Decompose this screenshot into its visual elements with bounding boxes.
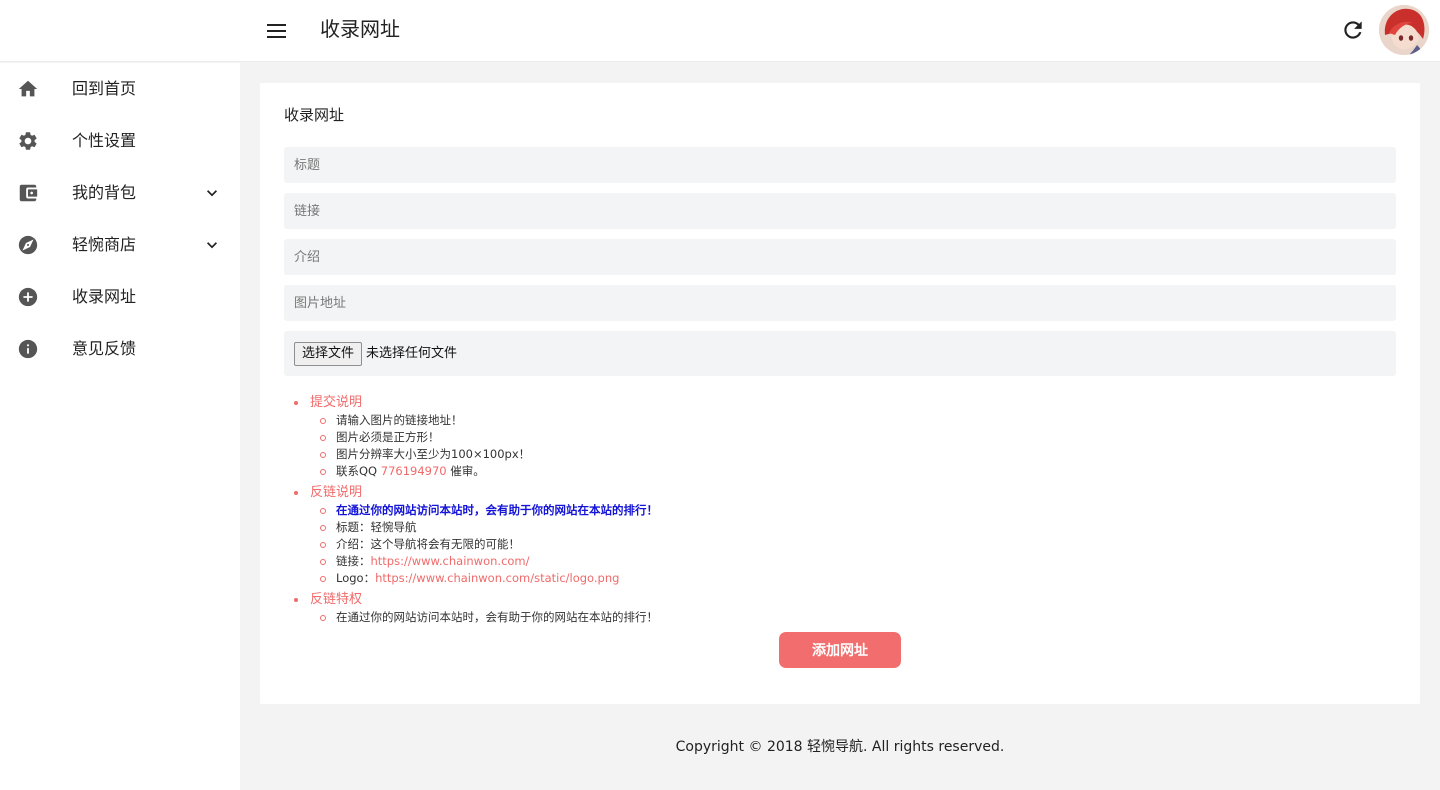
image-url-input[interactable]: [284, 285, 1396, 321]
logo-link[interactable]: https://www.chainwon.com/static/logo.png: [375, 571, 619, 585]
notes-heading: 反链说明: [292, 484, 1392, 502]
add-site-button[interactable]: 添加网址: [779, 632, 901, 668]
info-icon: [18, 339, 38, 359]
list-item: 介绍：这个导航将会有无限的可能！: [292, 536, 1392, 553]
list-item: 标题：轻惋导航: [292, 519, 1392, 536]
list-item: 联系QQ 776194970 催审。: [292, 463, 1392, 480]
notes-heading: 反链特权: [292, 591, 1392, 609]
sidebar-item-home[interactable]: 回到首页: [0, 63, 240, 115]
list-item: 在通过你的网站访问本站时，会有助于你的网站在本站的排行！: [292, 609, 1392, 626]
notes-list: 提交说明 请输入图片的链接地址！ 图片必须是正方形！ 图片分辨率大小至少为100…: [292, 394, 1392, 626]
chevron-down-icon[interactable]: [202, 183, 222, 203]
list-item: 在通过你的网站访问本站时，会有助于你的网站在本站的排行！: [292, 502, 1392, 519]
submit-site-card: 收录网址 选择文件 未选择任何文件 提交说明 请输入图片的链接地址！ 图片必须是…: [260, 83, 1420, 704]
link-prefix: 链接：: [336, 554, 371, 568]
refresh-icon[interactable]: [1340, 17, 1366, 43]
avatar[interactable]: [1379, 5, 1429, 55]
submit-notes: 提交说明 请输入图片的链接地址！ 图片必须是正方形！ 图片分辨率大小至少为100…: [292, 394, 1392, 480]
link-input[interactable]: [284, 193, 1396, 229]
choose-file-button[interactable]: 选择文件: [294, 342, 363, 366]
sidebar: 回到首页 个性设置 我的背包 轻惋商店 收录网址 意见反馈: [0, 63, 240, 790]
chevron-down-icon[interactable]: [202, 235, 222, 255]
notes-heading: 提交说明: [292, 394, 1392, 412]
sidebar-item-label: 收录网址: [72, 287, 137, 306]
file-status: 未选择任何文件: [366, 346, 458, 361]
contact-suffix: 催审。: [446, 464, 485, 478]
app-root: 收录网址 回到首页 个性设置 我的背包 轻惋商店 收录网址 意见反馈 收录网址 …: [0, 0, 1440, 790]
logo-prefix: Logo：: [336, 571, 376, 585]
privilege-notes: 反链特权 在通过你的网站访问本站时，会有助于你的网站在本站的排行！: [292, 591, 1392, 626]
add-circle-icon: [18, 287, 38, 307]
home-icon: [18, 80, 38, 97]
sidebar-item-label: 我的背包: [72, 183, 137, 202]
sidebar-item-label: 轻惋商店: [72, 235, 137, 254]
intro-input[interactable]: [284, 239, 1396, 275]
title-input[interactable]: [284, 147, 1396, 183]
sidebar-item-submit-site[interactable]: 收录网址: [0, 271, 240, 323]
list-item: 请输入图片的链接地址！: [292, 412, 1392, 429]
compass-icon: [18, 235, 38, 255]
sidebar-item-store[interactable]: 轻惋商店: [0, 219, 240, 271]
contact-prefix: 联系QQ: [336, 464, 381, 478]
backlink-notes: 反链说明 在通过你的网站访问本站时，会有助于你的网站在本站的排行！ 标题：轻惋导…: [292, 484, 1392, 587]
sidebar-item-label: 回到首页: [72, 79, 137, 98]
list-item: 图片必须是正方形！: [292, 429, 1392, 446]
qq-number: 776194970: [380, 464, 447, 478]
sidebar-item-label: 意见反馈: [72, 339, 137, 358]
gear-icon: [19, 132, 37, 150]
list-item: 图片分辨率大小至少为100×100px！: [292, 446, 1392, 463]
file-upload-field: 选择文件 未选择任何文件: [284, 331, 1396, 376]
sidebar-item-label: 个性设置: [72, 131, 137, 150]
top-bar: 收录网址: [0, 0, 1440, 62]
footer-copyright: Copyright © 2018 轻惋导航. All rights reserv…: [675, 739, 1005, 755]
menu-icon[interactable]: [262, 17, 290, 45]
form-title: 收录网址: [284, 106, 345, 124]
list-item: 链接：https://www.chainwon.com/: [292, 553, 1392, 570]
site-link[interactable]: https://www.chainwon.com/: [371, 554, 530, 568]
wallet-icon: [19, 184, 38, 202]
list-item: Logo：https://www.chainwon.com/static/log…: [292, 570, 1392, 587]
page-title: 收录网址: [320, 17, 400, 41]
sidebar-item-settings[interactable]: 个性设置: [0, 115, 240, 167]
sidebar-item-feedback[interactable]: 意见反馈: [0, 323, 240, 375]
sidebar-item-backpack[interactable]: 我的背包: [0, 167, 240, 219]
